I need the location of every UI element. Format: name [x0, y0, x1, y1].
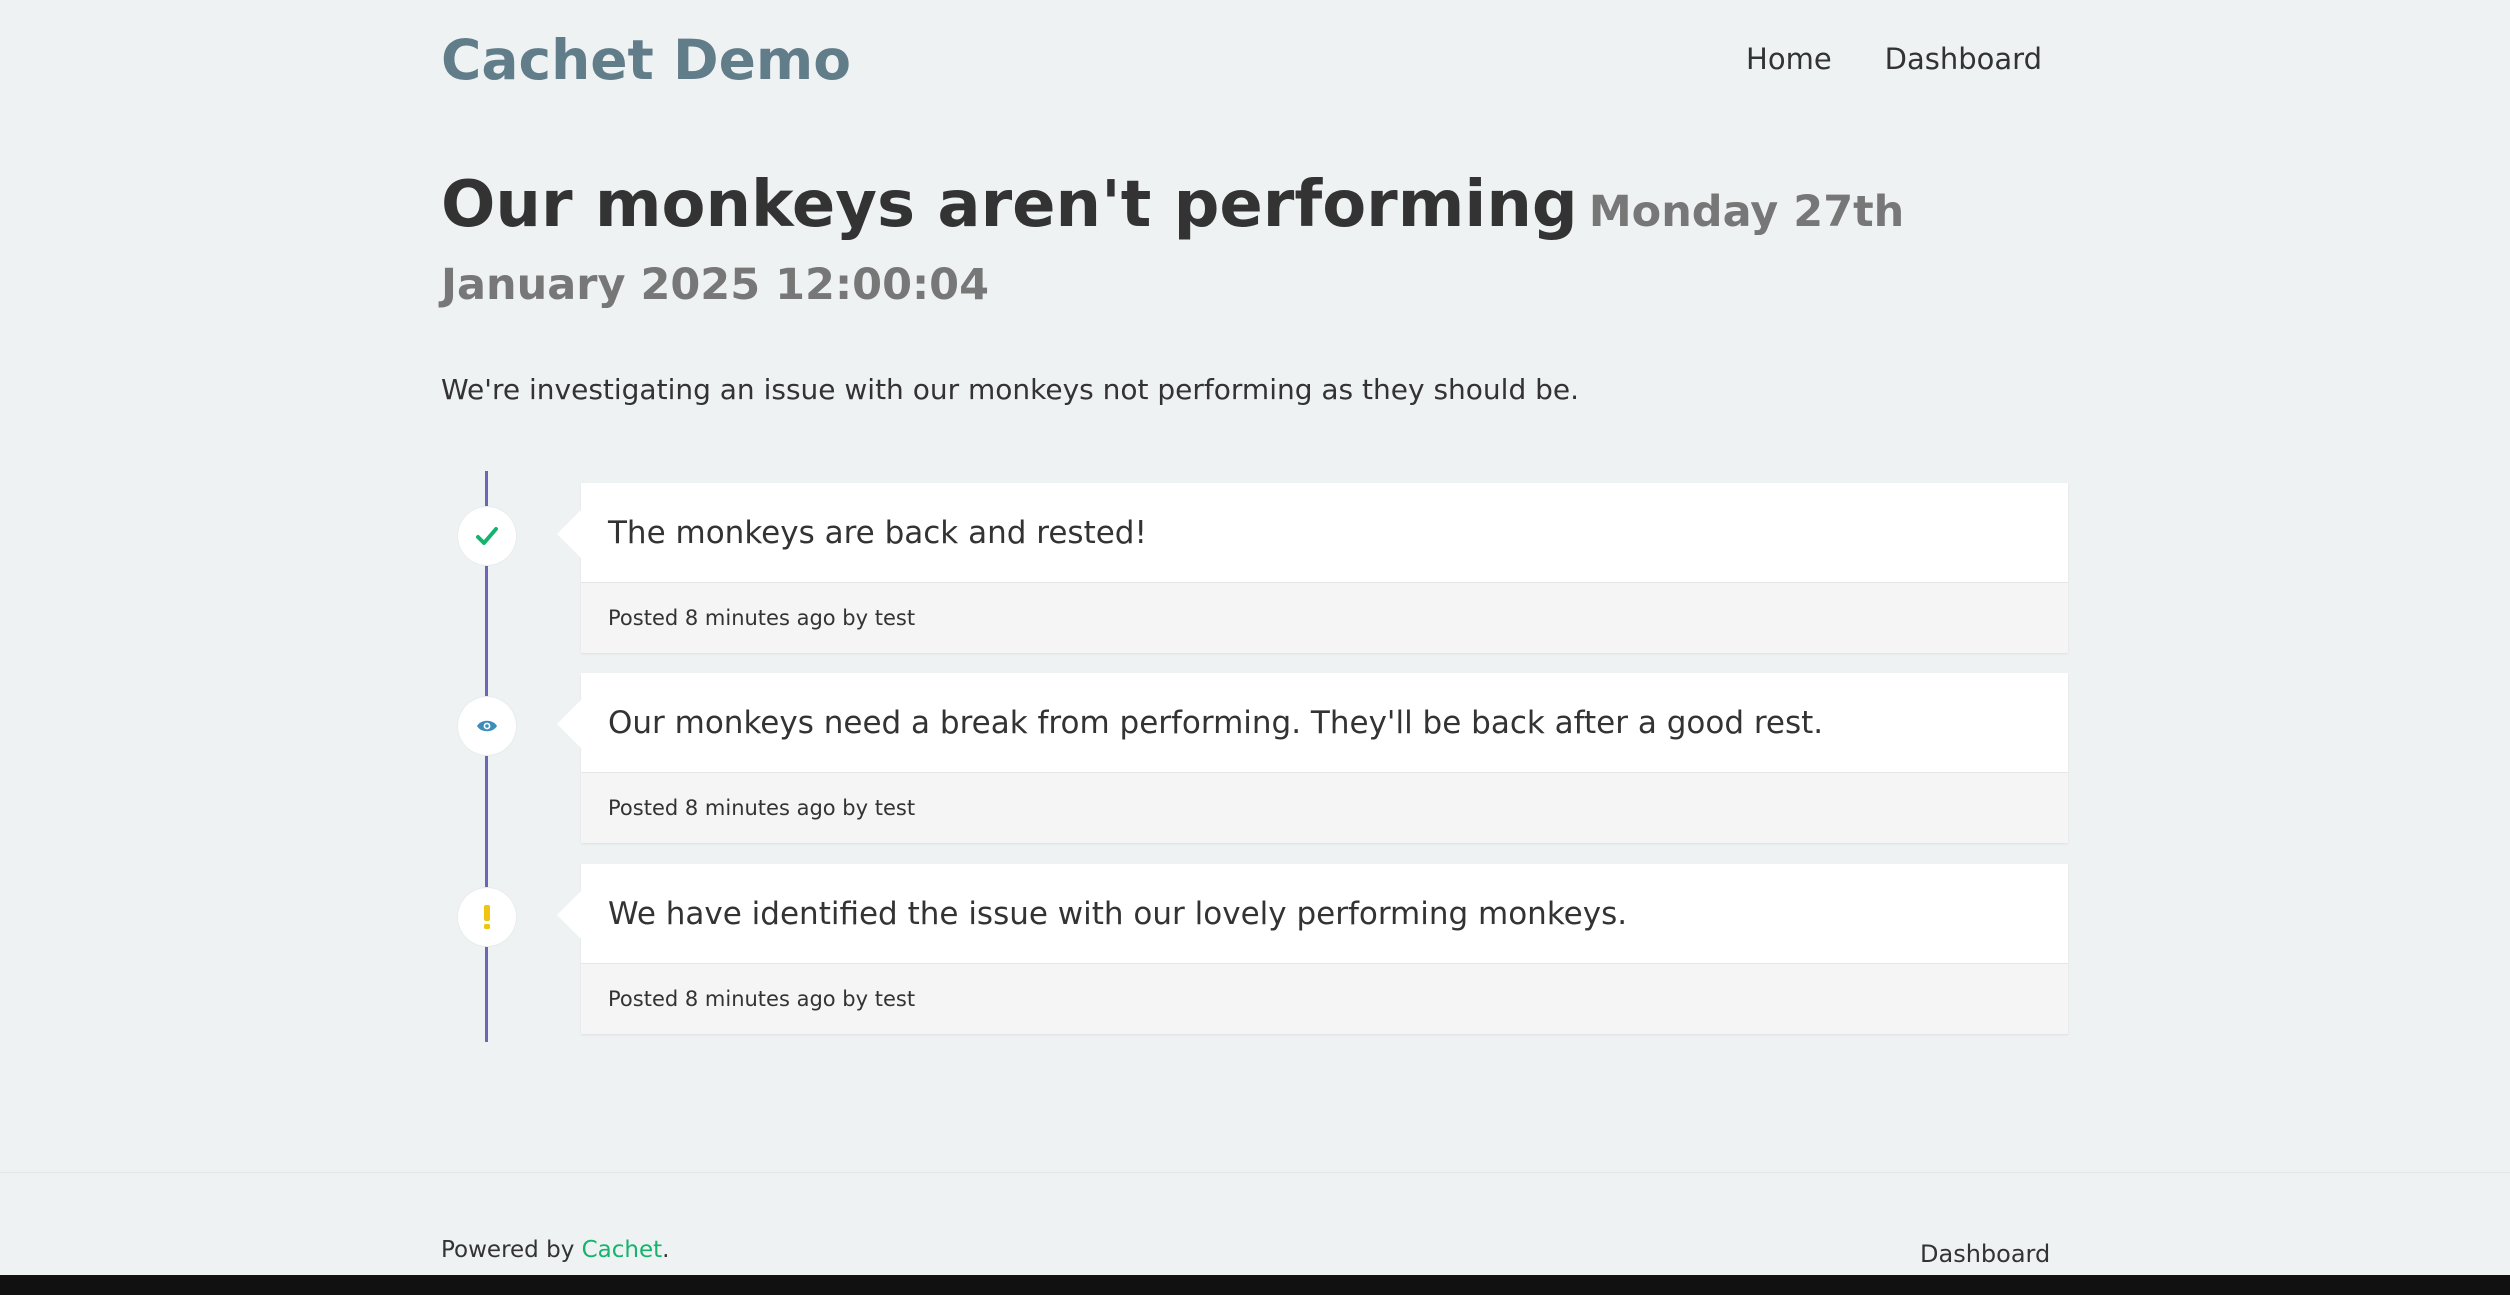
status-dot-watching — [458, 697, 516, 755]
top-nav: Home Dashboard — [1746, 42, 2042, 76]
nav-dashboard-link[interactable]: Dashboard — [1885, 42, 2042, 76]
powered-by-suffix: . — [662, 1237, 670, 1263]
update-message: Our monkeys need a break from performing… — [581, 673, 2068, 773]
status-page: Cachet Demo Home Dashboard Our monkeys a… — [0, 0, 2510, 1295]
incident-message: We're investigating an issue with our mo… — [441, 373, 1580, 406]
check-icon — [476, 526, 498, 546]
footer-dashboard-link[interactable]: Dashboard — [1920, 1240, 2050, 1268]
update-posted: Posted 8 minutes ago by test — [581, 773, 2068, 843]
update-message: We have identified the issue with our lo… — [581, 864, 2068, 964]
eye-icon — [476, 719, 498, 733]
footer-divider — [0, 1172, 2510, 1173]
powered-by-prefix: Powered by — [441, 1237, 582, 1263]
powered-by-text: Powered by Cachet. — [441, 1237, 669, 1263]
incident-title: Our monkeys aren't performing — [441, 168, 1578, 242]
incident-update: The monkeys are back and rested! Posted … — [557, 483, 2068, 653]
incident-update: Our monkeys need a break from performing… — [557, 673, 2068, 843]
exclamation-icon — [482, 904, 492, 930]
status-dot-identified — [458, 888, 516, 946]
update-posted: Posted 8 minutes ago by test — [581, 964, 2068, 1034]
incident-update: We have identified the issue with our lo… — [557, 864, 2068, 1034]
brand-logo-link[interactable]: Cachet Demo — [441, 28, 851, 92]
nav-home-link[interactable]: Home — [1746, 42, 1832, 76]
status-dot-fixed — [458, 507, 516, 565]
incident-heading: Our monkeys aren't performing Monday 27t… — [441, 170, 2071, 323]
update-message: The monkeys are back and rested! — [581, 483, 2068, 583]
bottom-bar — [0, 1275, 2510, 1295]
update-posted: Posted 8 minutes ago by test — [581, 583, 2068, 653]
cachet-link[interactable]: Cachet — [582, 1237, 663, 1263]
